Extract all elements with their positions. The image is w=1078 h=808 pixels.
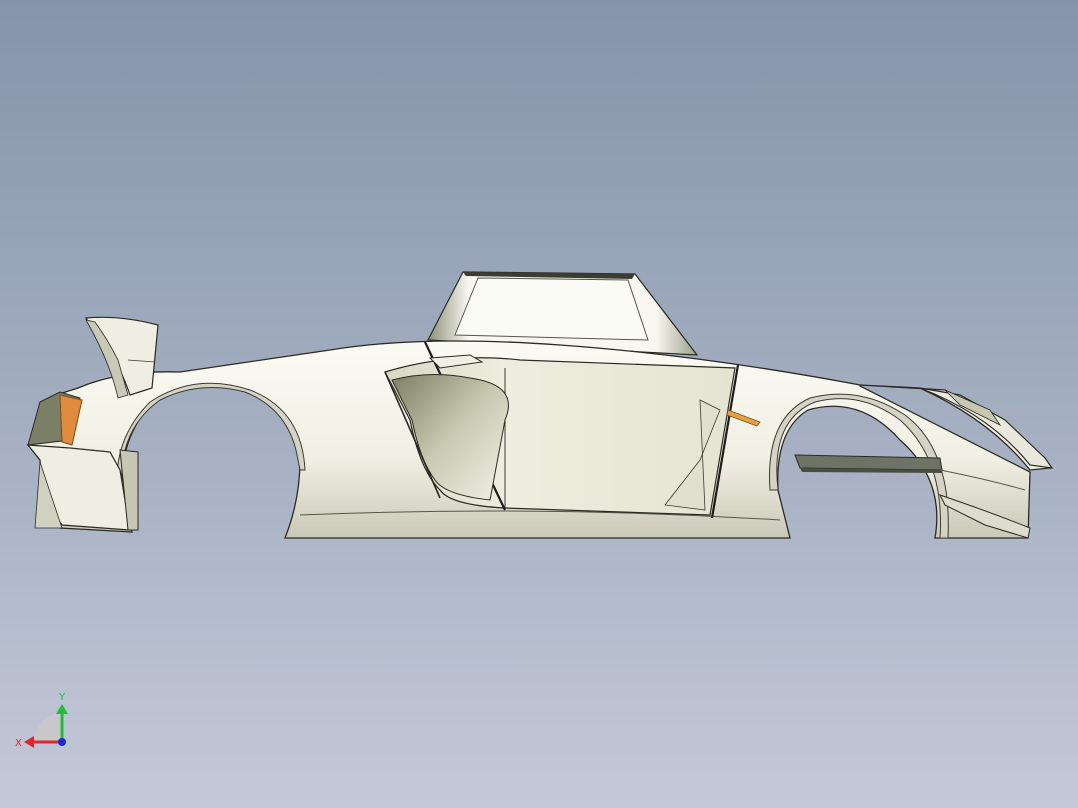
model-view[interactable]: Y X [0,0,1078,808]
x-axis-arrow [24,736,34,748]
x-axis-label: X [15,738,22,749]
coordinate-triad[interactable]: Y X [15,692,68,749]
z-axis-dot [58,738,66,746]
y-axis-label: Y [58,692,66,703]
y-axis-arrow [56,704,68,714]
graphics-viewport[interactable]: Y X [0,0,1078,808]
